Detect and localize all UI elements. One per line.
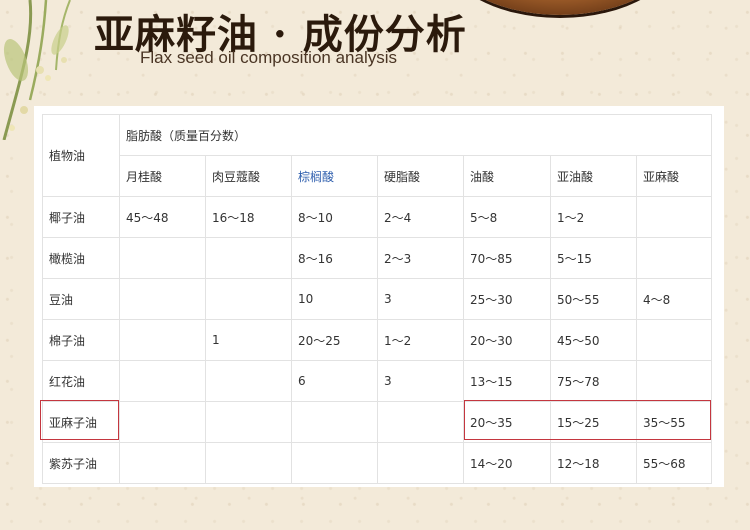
table-row: 紫苏子油 14～20 12～18 55～68 [42, 442, 712, 484]
value-cell [205, 401, 292, 443]
value-cell: 16～18 [205, 196, 292, 238]
value-cell [205, 278, 292, 320]
value-cell: 4～8 [636, 278, 712, 320]
oil-name-cell: 棉子油 [42, 319, 120, 361]
value-cell: 1～2 [550, 196, 637, 238]
value-cell: 70～85 [463, 237, 551, 279]
value-cell [636, 319, 712, 361]
value-cell [636, 360, 712, 402]
value-cell: 8～16 [291, 237, 378, 279]
page-subtitle: Flax seed oil composition analysis [140, 48, 398, 67]
value-cell: 50～55 [550, 278, 637, 320]
value-cell [119, 360, 206, 402]
column-header: 亚油酸 [550, 155, 637, 197]
column-header: 硬脂酸 [377, 155, 464, 197]
value-cell: 5～8 [463, 196, 551, 238]
value-cell: 20～30 [463, 319, 551, 361]
value-cell [205, 237, 292, 279]
value-cell [636, 196, 712, 238]
value-cell: 45～50 [550, 319, 637, 361]
value-cell: 14～20 [463, 442, 551, 484]
value-cell [119, 237, 206, 279]
value-cell [205, 360, 292, 402]
composition-table-panel: 植物油 脂肪酸（质量百分数） 月桂酸 肉豆蔻酸 棕榈酸 硬脂酸 油酸 亚油酸 亚… [34, 106, 724, 487]
value-cell: 8～10 [291, 196, 378, 238]
table-row: 棉子油 1 20～25 1～2 20～30 45～50 [42, 319, 712, 361]
table-header-row-columns: 月桂酸 肉豆蔻酸 棕榈酸 硬脂酸 油酸 亚油酸 亚麻酸 [43, 155, 712, 197]
value-cell: 3 [377, 360, 464, 402]
oil-name-cell: 橄榄油 [42, 237, 120, 279]
table-body: 椰子油 45～48 16～18 8～10 2～4 5～8 1～2 橄榄油 8～16 2～3 70～8… [42, 196, 712, 484]
table-header-row-group: 植物油 脂肪酸（质量百分数） [42, 114, 712, 197]
table-row: 红花油 6 3 13～15 75～78 [42, 360, 712, 402]
value-cell [119, 401, 206, 443]
column-header: 亚麻酸 [636, 155, 712, 197]
oil-name-cell: 红花油 [42, 360, 120, 402]
oil-column-header: 植物油 [42, 114, 120, 197]
value-cell: 1 [205, 319, 292, 361]
value-cell [119, 319, 206, 361]
value-cell: 45～48 [119, 196, 206, 238]
highlight-box-linseed-values [464, 400, 711, 440]
table-row: 橄榄油 8～16 2～3 70～85 5～15 [42, 237, 712, 279]
table-row: 豆油 10 3 25～30 50～55 4～8 [42, 278, 712, 320]
oil-name-cell: 豆油 [42, 278, 120, 320]
column-header: 月桂酸 [119, 155, 206, 197]
value-cell: 5～15 [550, 237, 637, 279]
value-cell: 2～4 [377, 196, 464, 238]
column-header: 油酸 [463, 155, 551, 197]
value-cell: 75～78 [550, 360, 637, 402]
column-header-link[interactable]: 棕榈酸 [291, 155, 378, 197]
value-cell: 6 [291, 360, 378, 402]
value-cell [377, 401, 464, 443]
value-cell: 25～30 [463, 278, 551, 320]
value-cell: 20～25 [291, 319, 378, 361]
value-cell [119, 442, 206, 484]
value-cell [291, 442, 378, 484]
value-cell: 1～2 [377, 319, 464, 361]
value-cell: 3 [377, 278, 464, 320]
value-cell: 2～3 [377, 237, 464, 279]
value-cell: 13～15 [463, 360, 551, 402]
column-header: 肉豆蔻酸 [205, 155, 292, 197]
value-cell: 12～18 [550, 442, 637, 484]
value-cell [377, 442, 464, 484]
oil-name-cell: 紫苏子油 [42, 442, 120, 484]
highlight-box-oil-name [40, 400, 119, 440]
value-cell: 10 [291, 278, 378, 320]
oil-name-cell: 椰子油 [42, 196, 120, 238]
value-cell: 55～68 [636, 442, 712, 484]
table-row: 椰子油 45～48 16～18 8～10 2～4 5～8 1～2 [42, 196, 712, 238]
value-cell [205, 442, 292, 484]
value-cell [291, 401, 378, 443]
value-cell [119, 278, 206, 320]
value-cell [636, 237, 712, 279]
fatty-acid-group-header: 脂肪酸（质量百分数） [119, 114, 712, 156]
